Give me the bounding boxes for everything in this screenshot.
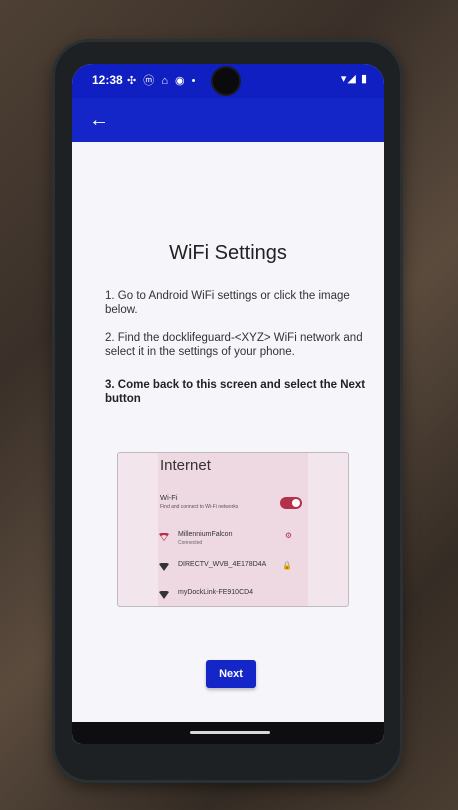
phone-screen: 12:38 ✣ ⓜ ⌂ ◉ • ▾◢ ▮ ← WiFi Settings 1. … (72, 64, 384, 744)
wifi-subtitle: Find and connect to Wi-Fi networks (160, 504, 239, 510)
network-name: MillenniumFalcon (178, 531, 233, 538)
status-time: 12:38 (92, 73, 123, 87)
navigation-bar (72, 722, 384, 744)
notification-icons: ✣ ⓜ ⌂ ◉ • (127, 75, 198, 87)
network-row: myDockLink-FE910CD4 (158, 587, 308, 606)
wifi-settings-preview: Internet Wi-Fi Find and connect to Wi-Fi… (158, 453, 308, 606)
internet-title: Internet (160, 457, 211, 474)
network-status: Connected (178, 540, 203, 546)
network-name: myDockLink-FE910CD4 (178, 589, 254, 596)
wifi-settings-image[interactable]: Internet Wi-Fi Find and connect to Wi-Fi… (117, 452, 349, 607)
signal-battery-icons: ▾◢ ▮ (340, 73, 368, 85)
wifi-toggle (280, 497, 302, 509)
status-bar: 12:38 ✣ ⓜ ⌂ ◉ • ▾◢ ▮ (72, 64, 384, 98)
phone-device: 12:38 ✣ ⓜ ⌂ ◉ • ▾◢ ▮ ← WiFi Settings 1. … (55, 42, 400, 780)
wifi-signal-icon (159, 563, 169, 571)
wifi-signal-icon (159, 533, 169, 541)
main-content: WiFi Settings 1. Go to Android WiFi sett… (72, 142, 384, 744)
front-camera (211, 66, 241, 96)
lock-icon: 🔒 (282, 561, 292, 570)
step-1-text: 1. Go to Android WiFi settings or click … (105, 290, 350, 316)
wifi-signal-icon (159, 591, 169, 599)
app-bar: ← (72, 98, 384, 142)
toggle-knob (292, 499, 300, 507)
settings-gear-icon: ⚙ (284, 531, 292, 540)
home-indicator[interactable] (190, 731, 270, 734)
network-name: DIRECTV_WVB_4E178D4A (178, 561, 267, 568)
step-3-text: 3. Come back to this screen and select t… (105, 379, 366, 405)
network-row: DIRECTV_WVB_4E178D4A 🔒 (158, 559, 308, 579)
next-button[interactable]: Next (206, 660, 256, 688)
back-arrow-icon[interactable]: ← (86, 107, 112, 133)
network-row: MillenniumFalcon Connected ⚙ (158, 529, 308, 549)
page-title: WiFi Settings (169, 242, 287, 264)
wifi-label: Wi-Fi (160, 493, 178, 502)
step-2-text: 2. Find the docklifeguard-<XYZ> WiFi net… (105, 332, 363, 358)
